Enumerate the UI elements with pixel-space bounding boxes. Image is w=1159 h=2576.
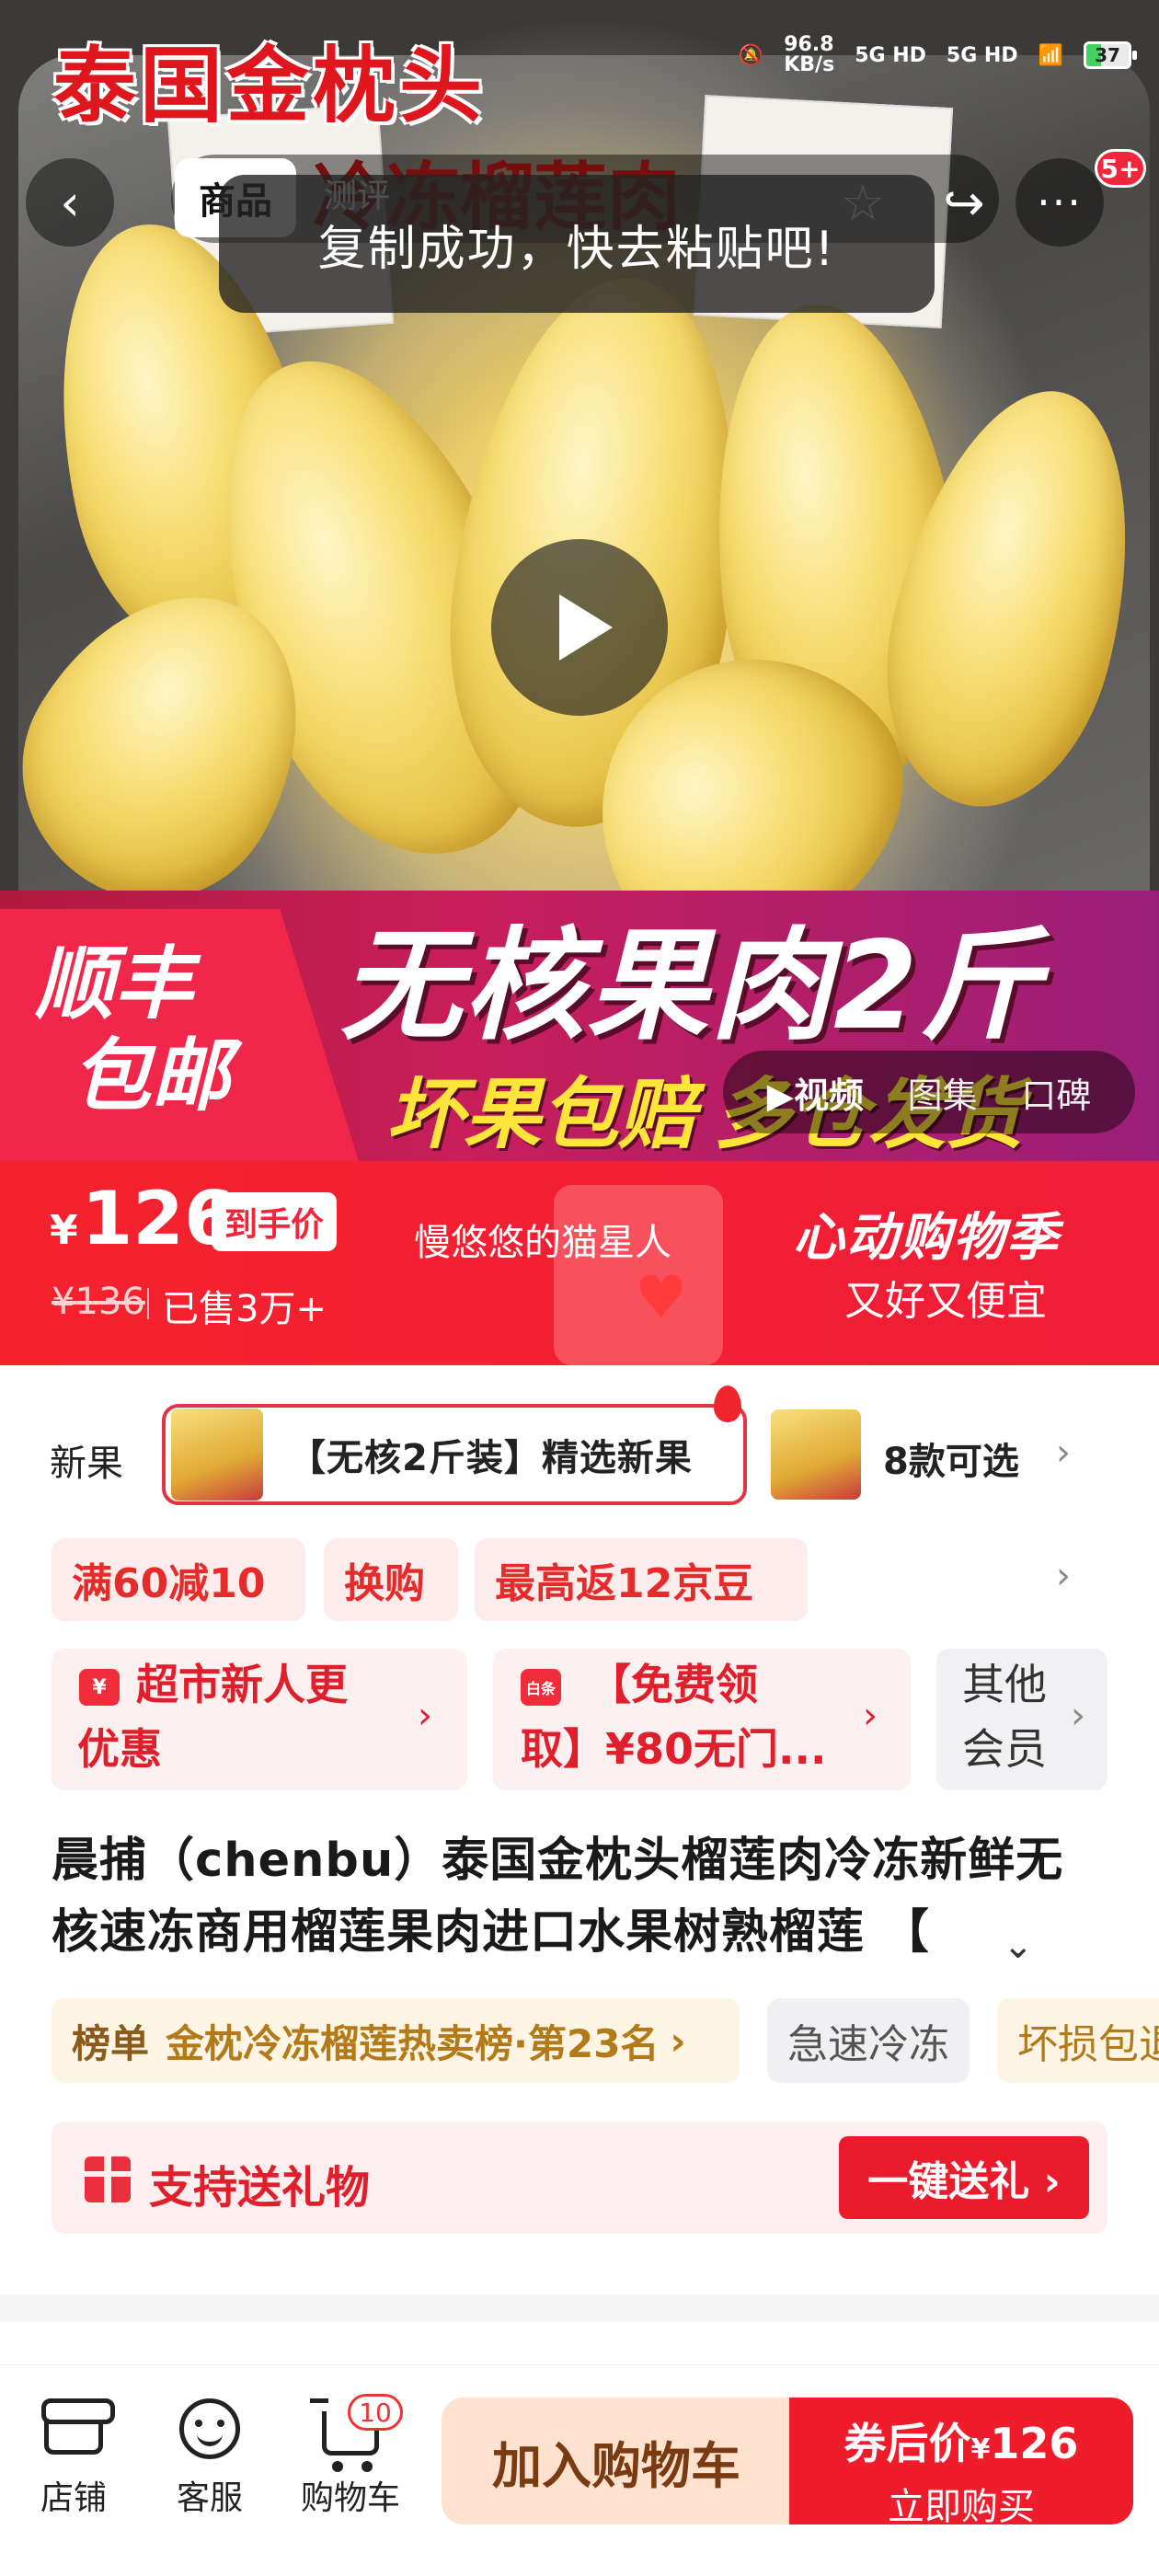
hero-title-overlay: 泰国金枕头 xyxy=(53,40,486,132)
store-icon xyxy=(41,2398,115,2455)
send-gift-button[interactable]: 一键送礼 › xyxy=(839,2136,1089,2219)
coupon-chip[interactable]: 换购 xyxy=(324,1538,458,1621)
ranking-label: 榜单 xyxy=(72,2020,150,2066)
product-title[interactable]: 晨捕（chenbu）泰国金枕头榴莲肉冷冻新鲜无 核速冻商用榴莲果肉进口水果树熟榴… xyxy=(52,1825,1109,1969)
promo-subtitle: 又好又便宜 xyxy=(844,1278,1047,1325)
chevron-right-icon: › xyxy=(863,1695,878,1737)
feature-tag: 坏损包退 xyxy=(997,1998,1159,2083)
media-tab-reviews[interactable]: 口碑 xyxy=(1021,1067,1091,1118)
expand-title-icon[interactable]: ⌄ xyxy=(1003,1925,1034,1967)
variant-thumbnail xyxy=(171,1409,263,1501)
media-tab-video[interactable]: ▶视频 xyxy=(767,1067,864,1118)
chevron-right-icon: › xyxy=(670,2018,686,2064)
mascot-text: 慢悠悠的猫星人 xyxy=(414,1222,671,1264)
gift-icon xyxy=(85,2156,131,2202)
chevron-right-icon: › xyxy=(1071,1695,1085,1737)
coupon-chip[interactable]: 最高返12京豆 xyxy=(475,1538,808,1621)
store-button[interactable]: 店铺 xyxy=(18,2392,129,2519)
free-coupon-line2: 取】¥80无门... xyxy=(521,1724,827,1774)
add-to-cart-button[interactable]: 加入购物车 xyxy=(442,2398,791,2524)
mute-icon: 🔕 xyxy=(738,43,764,67)
smiley-icon xyxy=(179,2398,240,2459)
customer-service-button[interactable]: 客服 xyxy=(155,2392,265,2519)
member-line2: 会员 xyxy=(962,1724,1047,1774)
gift-label: 支持送礼物 xyxy=(149,2162,371,2214)
signal-sim1: 5G HD xyxy=(855,43,926,67)
media-tab-images[interactable]: 图集 xyxy=(908,1067,978,1118)
new-user-line1: 超市新人更 xyxy=(136,1660,348,1709)
variant-partial[interactable]: 新果 xyxy=(50,1433,123,1487)
new-user-line2: 优惠 xyxy=(77,1724,162,1774)
wifi-icon: 📶 xyxy=(1038,43,1063,67)
banner-headline: 无核果肉2斤 xyxy=(340,915,1043,1057)
sold-count: 已售3万+ xyxy=(147,1279,327,1332)
member-line1: 其他 xyxy=(962,1660,1047,1709)
chevron-right-icon[interactable]: › xyxy=(1056,1432,1071,1474)
status-bar: 🔕 96.8 KB/s 5G HD 5G HD 📶 37 xyxy=(738,33,1137,76)
more-button[interactable]: ··· xyxy=(1016,158,1104,247)
share-icon: ↪ xyxy=(943,173,985,232)
variant-count[interactable]: 8款可选 xyxy=(883,1432,1019,1485)
variant-selected[interactable]: 【无核2斤装】精选新果 xyxy=(162,1404,747,1505)
more-icon: ··· xyxy=(1037,178,1083,227)
cart-count-badge: 10 xyxy=(348,2394,403,2431)
copy-toast: 复制成功，快去粘贴吧! xyxy=(219,175,935,313)
message-badge: 5+ xyxy=(1095,149,1146,188)
play-video-button[interactable] xyxy=(491,539,668,716)
final-price-tag: 到手价 xyxy=(212,1192,338,1251)
section-divider xyxy=(0,2294,1159,2322)
ranking-text: 金枕冷冻榴莲热卖榜·第23名 xyxy=(166,2020,660,2066)
hot-flame-icon xyxy=(714,1386,741,1422)
variant-label: 【无核2斤装】精选新果 xyxy=(289,1437,693,1479)
coupon-icon: ¥ xyxy=(79,1669,120,1706)
free-coupon-line1: 【免费领 xyxy=(589,1660,758,1709)
battery-icon: 37 xyxy=(1084,41,1137,69)
coupon-chip[interactable]: 满60减10 xyxy=(52,1538,305,1621)
heart-icon: ♥ xyxy=(635,1264,688,1332)
chevron-right-icon: › xyxy=(418,1695,432,1737)
variant-thumbnail-2[interactable] xyxy=(771,1409,861,1500)
back-button[interactable]: ‹ xyxy=(26,158,114,247)
promo-title: 心动购物季 xyxy=(793,1208,1060,1268)
feature-tag: 急速冷冻 xyxy=(767,1998,970,2083)
baitiao-icon: 白条 xyxy=(521,1669,561,1706)
original-price: ¥136 xyxy=(52,1281,145,1323)
chevron-left-icon: ‹ xyxy=(60,173,80,232)
chevron-right-icon[interactable]: › xyxy=(1056,1555,1071,1597)
ranking-badge[interactable]: 榜单 金枕冷冻榴莲热卖榜·第23名 › xyxy=(52,1998,740,2083)
network-speed: 96.8 KB/s xyxy=(784,33,835,76)
signal-sim2: 5G HD xyxy=(946,43,1018,67)
product-page: 泰国金枕头 冷冻榴莲肉 🔕 96.8 KB/s 5G HD 5G HD 📶 37… xyxy=(0,0,1159,2576)
buy-now-button[interactable]: 券后价¥126 立即购买 xyxy=(789,2398,1133,2528)
media-switcher: ▶视频 图集 口碑 xyxy=(723,1051,1135,1133)
current-price: ¥126 xyxy=(50,1176,235,1261)
free-shipping-label: 顺丰 包邮 xyxy=(35,938,230,1122)
